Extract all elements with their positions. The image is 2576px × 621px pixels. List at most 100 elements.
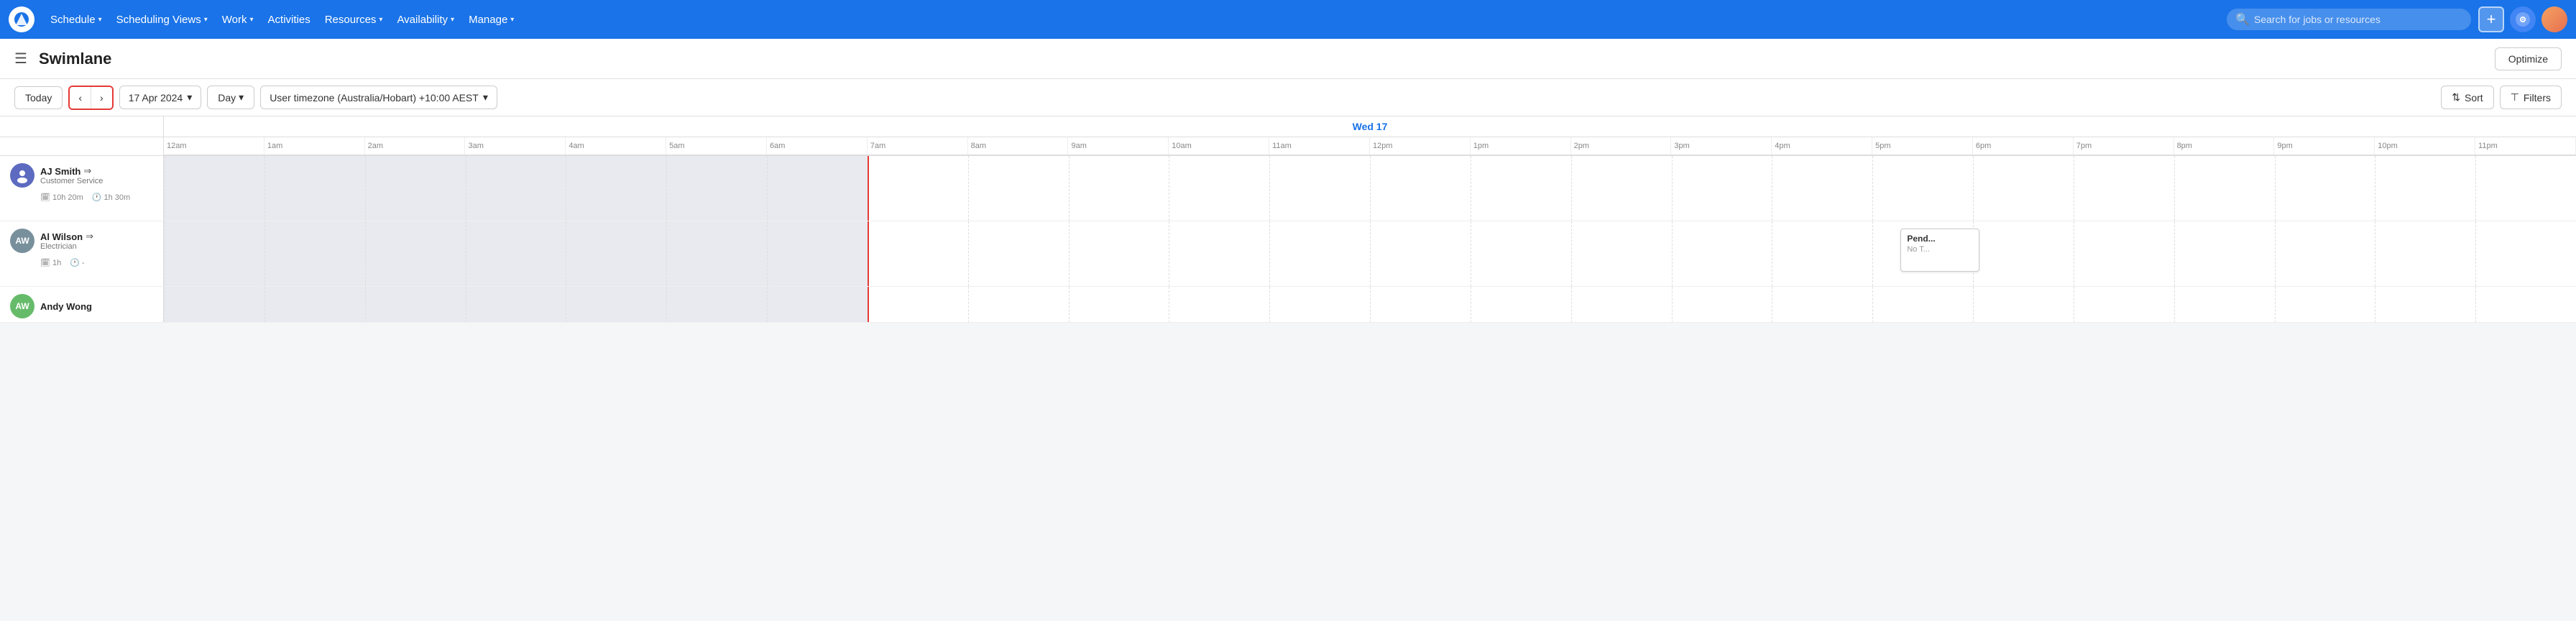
hours-header: 12am1am2am3am4am5am6am7am8am9am10am11am1…	[0, 137, 2576, 156]
grid-line	[264, 156, 265, 221]
availability-chevron-icon: ▾	[451, 16, 454, 24]
today-button[interactable]: Today	[14, 86, 63, 109]
nav-arrows-group: ‹ ›	[68, 86, 113, 110]
filter-button[interactable]: ⊤ Filters	[2500, 86, 2562, 109]
resource-row: AJ Smith⇒Customer Service🗓10h 20m🕐1h 30m	[0, 156, 2576, 221]
nav-work[interactable]: Work ▾	[215, 9, 261, 30]
resource-name-al-wilson: Al Wilson	[40, 231, 83, 242]
resource-info-al-wilson: AWAl Wilson⇒Electrician🗓1h🕐-	[0, 221, 164, 286]
timezone-button[interactable]: User timezone (Australia/Hobart) +10:00 …	[260, 86, 497, 109]
add-button[interactable]: +	[2478, 6, 2504, 32]
grid-line	[1672, 287, 1673, 323]
grid-line	[968, 287, 969, 323]
hour-label-4pm: 4pm	[1772, 137, 1872, 155]
hour-label-8pm: 8pm	[2174, 137, 2275, 155]
prev-button[interactable]: ‹	[70, 87, 91, 109]
grid-line	[1269, 287, 1270, 323]
grid-line	[2475, 156, 2476, 221]
notifications-avatar[interactable]: ⚙	[2510, 6, 2536, 32]
timezone-chevron-icon: ▾	[483, 91, 488, 104]
grid-line	[2174, 156, 2175, 221]
date-picker-button[interactable]: 17 Apr 2024 ▾	[119, 86, 202, 109]
search-input[interactable]	[2227, 9, 2471, 30]
timeline-andy-wong	[164, 287, 2576, 323]
hour-label-10am: 10am	[1169, 137, 1269, 155]
event-card-al-wilson[interactable]: Pend...No T...	[1900, 229, 1979, 272]
grid-line	[1370, 156, 1371, 221]
resource-name-andy-wong: Andy Wong	[40, 301, 92, 312]
top-navigation: Schedule ▾ Scheduling Views ▾ Work ▾ Act…	[0, 0, 2576, 39]
nav-schedule[interactable]: Schedule ▾	[43, 9, 109, 30]
grid-line	[1973, 156, 1974, 221]
hour-label-11pm: 11pm	[2475, 137, 2576, 155]
svg-text:⚙: ⚙	[2519, 16, 2526, 24]
filter-icon: ⊤	[2511, 91, 2519, 104]
logo[interactable]	[9, 6, 34, 32]
grid-line	[1269, 221, 1270, 286]
grid-line	[2275, 221, 2276, 286]
event-title: Pend...	[1907, 234, 1973, 244]
resource-role-aj-smith: Customer Service	[40, 177, 103, 185]
resource-info-aj-smith: AJ Smith⇒Customer Service🗓10h 20m🕐1h 30m	[0, 156, 164, 221]
grid-line	[2475, 221, 2476, 286]
clock-icon: 🕐	[70, 258, 80, 267]
nav-scheduling-views[interactable]: Scheduling Views ▾	[109, 9, 215, 30]
toolbar: Today ‹ › 17 Apr 2024 ▾ Day ▾ User timez…	[0, 79, 2576, 116]
grid-line	[1872, 221, 1873, 286]
clock-icon: 🕐	[92, 193, 102, 202]
event-subtitle: No T...	[1907, 245, 1973, 254]
grid-line	[1069, 221, 1070, 286]
page-title: Swimlane	[39, 50, 111, 68]
grid-line	[1069, 156, 1070, 221]
grid-line	[666, 221, 667, 286]
optimize-button[interactable]: Optimize	[2495, 47, 2562, 70]
grid-line	[1672, 156, 1673, 221]
off-hours-bg	[164, 156, 868, 221]
nav-activities[interactable]: Activities	[261, 9, 318, 30]
view-selector-button[interactable]: Day ▾	[207, 86, 254, 109]
grid-line	[1370, 287, 1371, 323]
resource-info-andy-wong: AWAndy Wong	[0, 287, 164, 322]
sort-button[interactable]: ⇅ Sort	[2441, 86, 2493, 109]
nav-resources[interactable]: Resources ▾	[318, 9, 390, 30]
grid-line	[2475, 287, 2476, 323]
grid-line	[666, 287, 667, 323]
grid-line	[767, 287, 768, 323]
nav-availability[interactable]: Availability ▾	[390, 9, 461, 30]
toolbar-right: ⇅ Sort ⊤ Filters	[2441, 86, 2562, 109]
secondary-header: ☰ Swimlane Optimize	[0, 39, 2576, 79]
resource-list: AJ Smith⇒Customer Service🗓10h 20m🕐1h 30m…	[0, 156, 2576, 621]
grid-line	[968, 156, 969, 221]
hamburger-icon[interactable]: ☰	[14, 50, 27, 68]
hour-label-1pm: 1pm	[1471, 137, 1571, 155]
hour-label-8am: 8am	[968, 137, 1069, 155]
work-chevron-icon: ▾	[250, 16, 254, 24]
hour-label-9pm: 9pm	[2274, 137, 2375, 155]
main-content: Wed 17 12am1am2am3am4am5am6am7am8am9am10…	[0, 116, 2576, 621]
drive-time-al-wilson: 1h	[52, 259, 61, 267]
hour-label-5am: 5am	[666, 137, 767, 155]
scheduling-views-chevron-icon: ▾	[204, 16, 208, 24]
resource-row: AWAndy Wong	[0, 287, 2576, 323]
drive-time-aj-smith: 10h 20m	[52, 193, 83, 202]
grid-line	[2275, 287, 2276, 323]
resource-name-aj-smith: AJ Smith	[40, 166, 80, 177]
current-time-line	[868, 221, 869, 286]
grid-line	[365, 156, 366, 221]
hour-label-6pm: 6pm	[1973, 137, 2074, 155]
manage-chevron-icon: ▾	[510, 16, 514, 24]
hour-label-5pm: 5pm	[1872, 137, 1973, 155]
job-time-al-wilson: -	[82, 259, 85, 267]
hour-label-12am: 12am	[164, 137, 264, 155]
nav-manage[interactable]: Manage ▾	[461, 9, 521, 30]
user-avatar[interactable]	[2542, 6, 2567, 32]
current-time-line	[868, 287, 869, 323]
grid-line	[1571, 287, 1572, 323]
next-button[interactable]: ›	[91, 87, 112, 109]
grid-line	[164, 287, 165, 323]
grid-line	[666, 156, 667, 221]
grid-line	[365, 287, 366, 323]
grid-line	[365, 221, 366, 286]
date-header-row: Wed 17	[0, 116, 2576, 137]
date-header-label: Wed 17	[1353, 121, 1388, 132]
